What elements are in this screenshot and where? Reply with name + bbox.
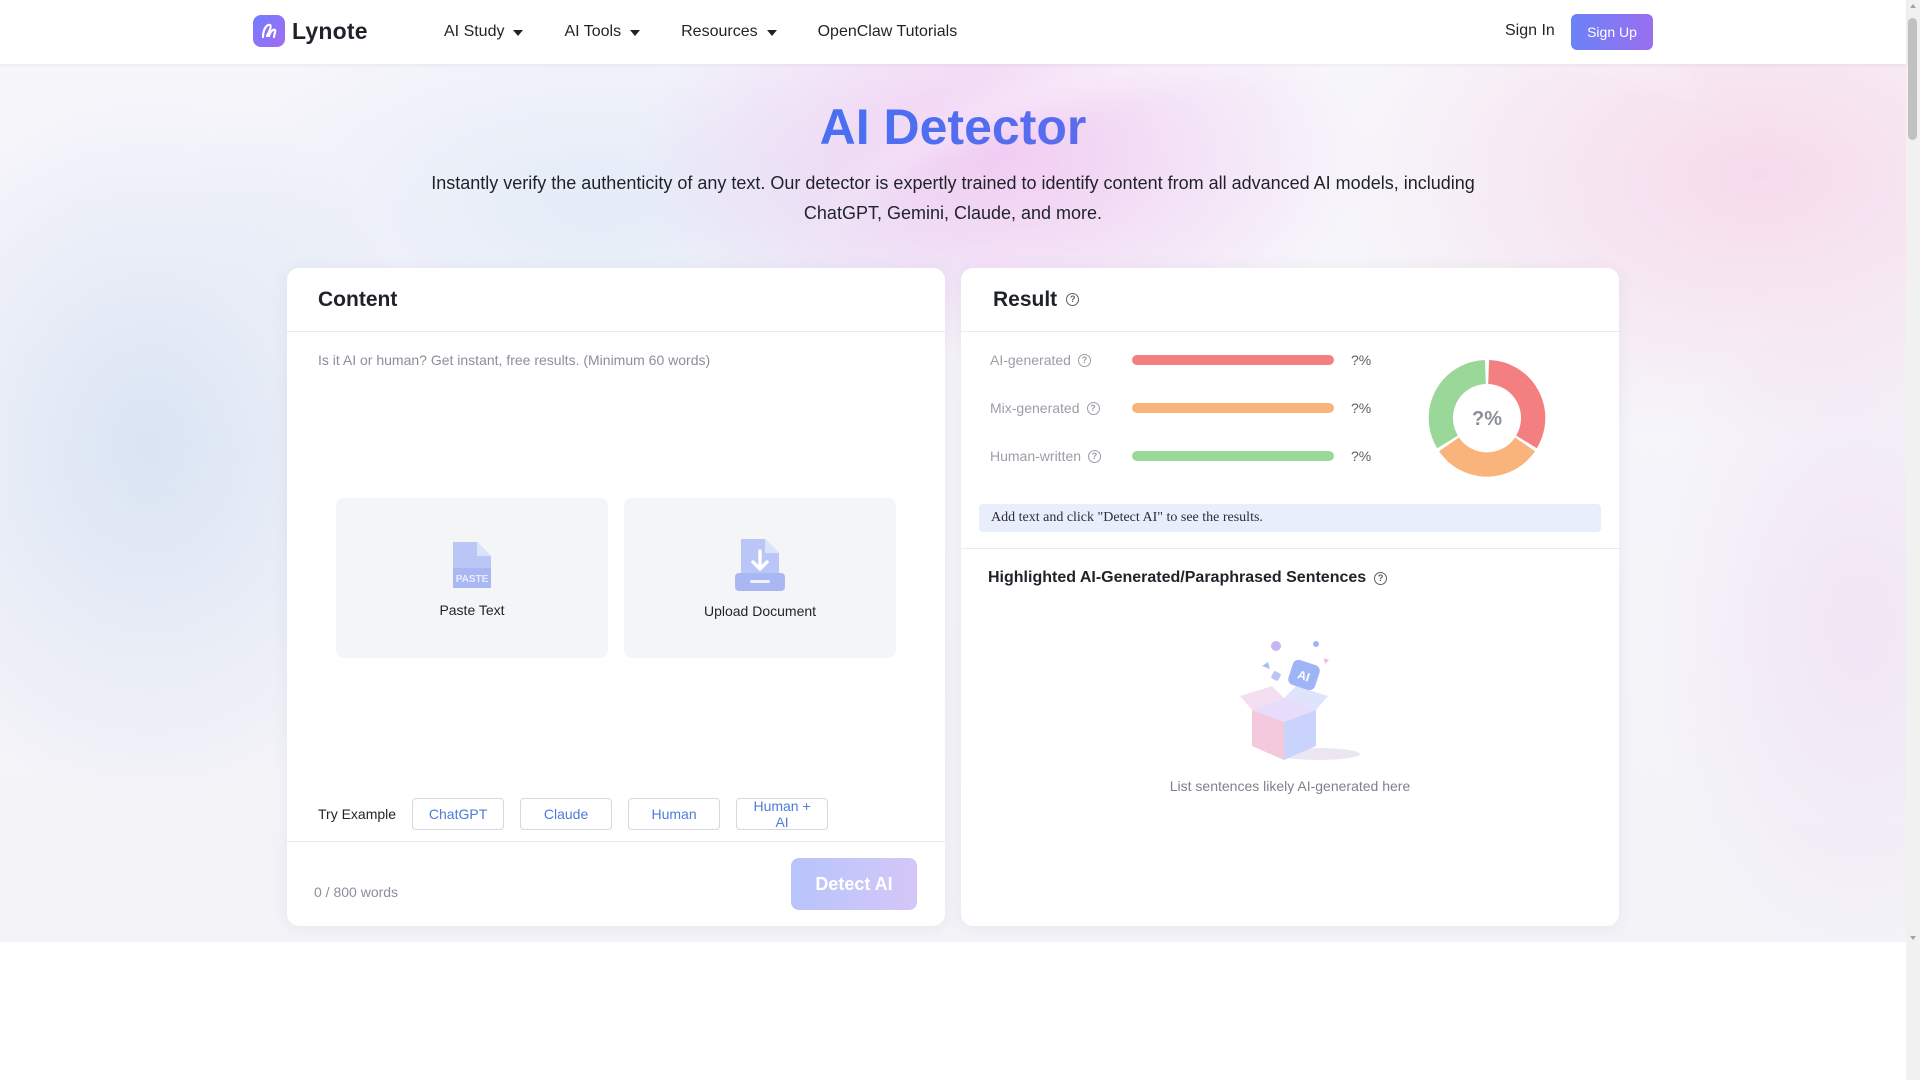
paste-icon-text: PASTE xyxy=(456,574,489,585)
highlight-section-title: Highlighted AI-Generated/Paraphrased Sen… xyxy=(988,569,1388,587)
result-label-ai: AI-generated xyxy=(990,352,1071,368)
nav-ai-tools-label: AI Tools xyxy=(564,23,622,40)
main-nav: AI Study AI Tools Resources OpenClaw Tut… xyxy=(444,0,998,64)
help-icon[interactable]: ? xyxy=(1077,353,1091,367)
brand-logo[interactable]: Lynote xyxy=(253,15,368,47)
donut-center-label: ?% xyxy=(1472,408,1502,430)
content-card-title: Content xyxy=(318,287,398,311)
page-scrollbar[interactable] xyxy=(1906,0,1920,1080)
text-input-placeholder[interactable]: Is it AI or human? Get instant, free res… xyxy=(318,352,710,368)
lynote-logo-icon xyxy=(253,15,285,47)
content-card-header: Content xyxy=(287,268,945,332)
highlight-title-text: Highlighted AI-Generated/Paraphrased Sen… xyxy=(988,569,1367,586)
brand-name: Lynote xyxy=(292,17,368,44)
page-subtitle: Instantly verify the authenticity of any… xyxy=(431,173,1475,223)
sign-up-button[interactable]: Sign Up xyxy=(1571,14,1653,50)
help-icon[interactable]: ? xyxy=(1088,449,1102,463)
detect-ai-button[interactable]: Detect AI xyxy=(791,858,917,910)
try-example-label: Try Example xyxy=(318,806,397,822)
word-count: 0 / 800 words xyxy=(314,884,399,900)
result-value-ai: ?% xyxy=(1351,352,1372,368)
result-value-human: ?% xyxy=(1351,448,1372,464)
caret-down-icon xyxy=(630,29,641,36)
upload-document-button[interactable]: Upload Document xyxy=(624,498,896,658)
nav-ai-tools[interactable]: AI Tools xyxy=(564,23,641,41)
mix-generated-bar xyxy=(1132,403,1334,413)
example-human-ai-button[interactable]: Human + AI xyxy=(736,798,829,830)
caret-down-icon xyxy=(766,29,777,36)
caret-down-icon xyxy=(513,29,524,36)
scrollbar-thumb[interactable] xyxy=(1908,18,1917,140)
result-card-title: Result xyxy=(993,287,1058,311)
donut-segment-ai xyxy=(1488,360,1546,449)
paste-text-label: Paste Text xyxy=(439,602,505,618)
content-card: Content Is it AI or human? Get instant, … xyxy=(287,268,945,926)
nav-ai-study[interactable]: AI Study xyxy=(444,23,524,41)
scroll-up-arrow-icon[interactable] xyxy=(1910,4,1916,8)
nav-ai-study-label: AI Study xyxy=(444,23,505,40)
page-title-text: AI Detector xyxy=(819,99,1087,155)
result-card: Result ? AI-generated ? ?% Mix-generated… xyxy=(961,268,1619,926)
site-header: Lynote AI Study AI Tools Resources OpenC… xyxy=(0,0,1906,64)
scroll-down-arrow-icon[interactable] xyxy=(1910,936,1916,940)
result-divider xyxy=(961,548,1619,549)
donut-segment-human xyxy=(1428,360,1486,449)
result-row-human: Human-written ? ?% xyxy=(990,448,1371,464)
help-icon[interactable]: ? xyxy=(1374,571,1388,585)
help-icon[interactable]: ? xyxy=(1086,401,1100,415)
paste-document-icon: PASTE xyxy=(453,542,491,588)
highlight-empty-text: List sentences likely AI-generated here xyxy=(1169,778,1411,794)
help-icon[interactable]: ? xyxy=(1066,293,1080,306)
result-donut-chart: ?% xyxy=(1428,360,1546,477)
try-example-row: Try Example ChatGPT Claude Human Human +… xyxy=(318,798,844,830)
upload-document-label: Upload Document xyxy=(703,603,817,619)
donut-segment-mix xyxy=(1439,437,1535,477)
result-row-ai: AI-generated ? ?% xyxy=(990,352,1371,368)
page-title: AI Detector xyxy=(0,98,1906,156)
nav-resources-label: Resources xyxy=(681,23,758,40)
example-chatgpt-button[interactable]: ChatGPT xyxy=(412,798,505,830)
example-claude-button[interactable]: Claude xyxy=(520,798,613,830)
result-value-mix: ?% xyxy=(1351,400,1372,416)
paste-text-button[interactable]: PASTE Paste Text xyxy=(336,498,608,658)
sign-in-link[interactable]: Sign In xyxy=(1505,22,1555,40)
result-label-human: Human-written xyxy=(990,448,1082,464)
result-label-mix: Mix-generated xyxy=(990,400,1080,416)
result-info-box: Add text and click "Detect AI" to see th… xyxy=(979,504,1601,532)
example-human-button[interactable]: Human xyxy=(628,798,721,830)
nav-openclaw-tutorials[interactable]: OpenClaw Tutorials xyxy=(818,23,958,41)
nav-openclaw-tutorials-label: OpenClaw Tutorials xyxy=(817,23,958,40)
result-info-text: Add text and click "Detect AI" to see th… xyxy=(991,510,1263,525)
upload-document-icon xyxy=(735,539,785,591)
result-card-header: Result ? xyxy=(961,268,1619,332)
ai-generated-bar xyxy=(1132,355,1334,365)
ai-box-illustration-icon: AI xyxy=(1240,641,1360,760)
human-written-bar xyxy=(1132,451,1334,461)
result-row-mix: Mix-generated ? ?% xyxy=(990,400,1371,416)
nav-resources[interactable]: Resources xyxy=(681,23,777,41)
